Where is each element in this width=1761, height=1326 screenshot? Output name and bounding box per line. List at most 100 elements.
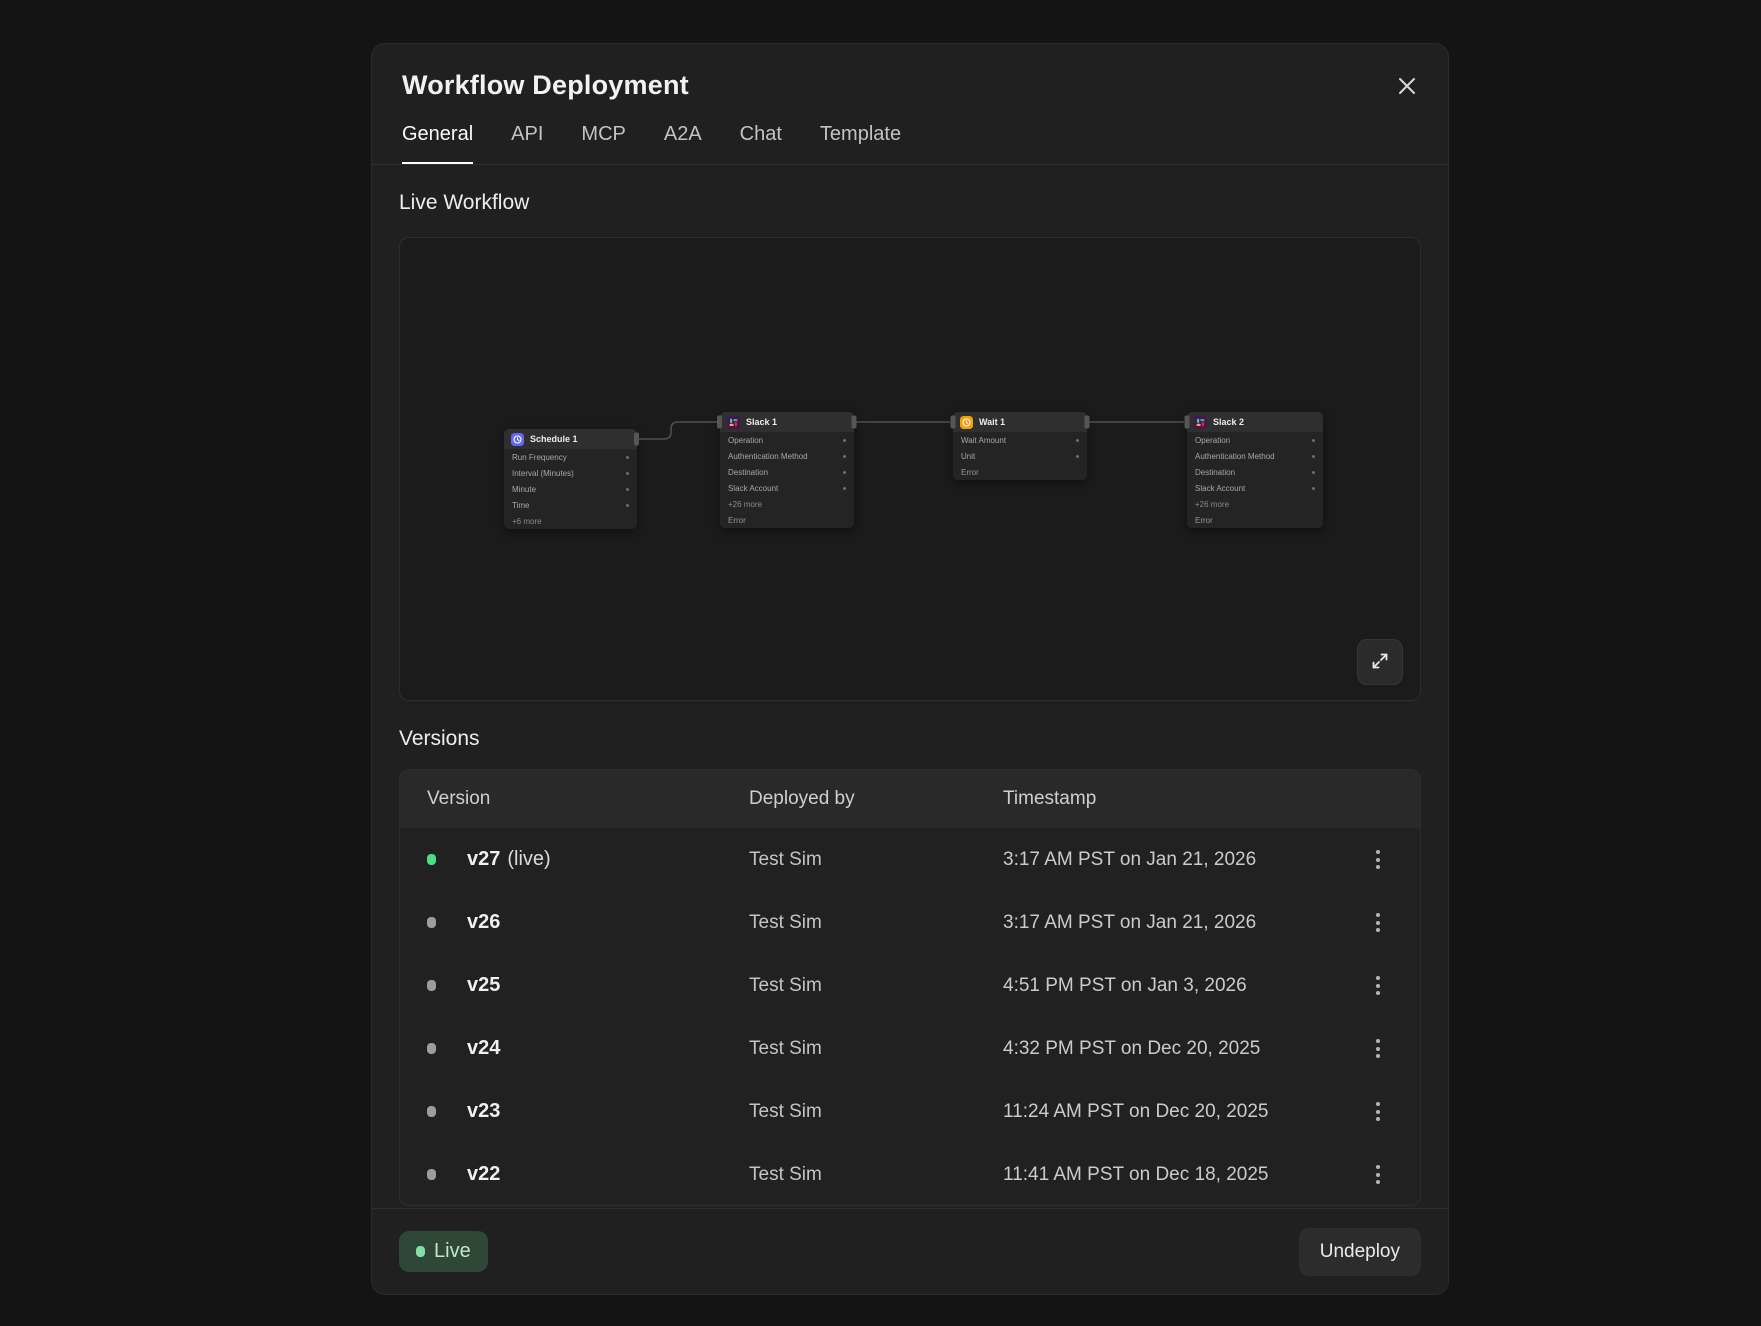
- deployed-by: Test Sim: [749, 975, 1003, 997]
- node-error-row: Error: [720, 512, 854, 528]
- kebab-menu-icon: [1376, 1102, 1380, 1106]
- version-status-dot: [427, 1106, 436, 1117]
- kebab-menu-icon: [1376, 913, 1380, 917]
- node-field-row: Slack Account: [720, 480, 854, 496]
- node-more-row: +26 more: [720, 496, 854, 512]
- tab-template[interactable]: Template: [820, 123, 901, 164]
- live-status-badge: Live: [399, 1231, 488, 1272]
- field-dot: [843, 439, 846, 442]
- field-dot: [1312, 471, 1315, 474]
- tab-chat[interactable]: Chat: [740, 123, 782, 164]
- workflow-deployment-modal: Workflow Deployment General API MCP A2A …: [371, 43, 1449, 1295]
- timestamp: 11:41 AM PST on Dec 18, 2025: [1003, 1164, 1349, 1186]
- modal-footer: Live Undeploy: [372, 1208, 1448, 1294]
- node-field-row: Interval (Minutes): [504, 465, 637, 481]
- version-label: v24: [467, 1037, 749, 1060]
- node-title: Wait 1: [979, 417, 1005, 427]
- row-menu-button[interactable]: [1363, 1158, 1393, 1192]
- field-dot: [1076, 455, 1079, 458]
- timestamp: 11:24 AM PST on Dec 20, 2025: [1003, 1101, 1349, 1123]
- modal-title: Workflow Deployment: [372, 44, 1448, 101]
- node-error-row: Error: [953, 464, 1087, 480]
- versions-heading: Versions: [399, 727, 1421, 751]
- expand-preview-button[interactable]: [1357, 639, 1403, 685]
- field-dot: [1312, 487, 1315, 490]
- workflow-node-schedule-1[interactable]: Schedule 1 Run Frequency Interval (Minut…: [504, 429, 637, 529]
- node-field-row: Slack Account: [1187, 480, 1323, 496]
- version-row-v27: v27(live) Test Sim 3:17 AM PST on Jan 21…: [400, 828, 1420, 891]
- slack-icon: [1194, 416, 1207, 429]
- field-dot: [1312, 439, 1315, 442]
- version-row-v22: v22 Test Sim 11:41 AM PST on Dec 18, 202…: [400, 1143, 1420, 1206]
- column-header-deployed-by: Deployed by: [749, 788, 1003, 810]
- tab-a2a[interactable]: A2A: [664, 123, 702, 164]
- node-title: Slack 1: [746, 417, 777, 427]
- node-header: Wait 1: [953, 412, 1087, 432]
- node-title: Slack 2: [1213, 417, 1244, 427]
- timestamp: 3:17 AM PST on Jan 21, 2026: [1003, 849, 1349, 871]
- node-field-row: Authentication Method: [720, 448, 854, 464]
- version-status-dot: [427, 1169, 436, 1180]
- row-menu-button[interactable]: [1363, 969, 1393, 1003]
- field-dot: [1076, 439, 1079, 442]
- version-status-dot: [427, 1043, 436, 1054]
- expand-icon: [1370, 651, 1390, 674]
- workflow-node-wait-1[interactable]: Wait 1 Wait Amount Unit Error: [953, 412, 1087, 480]
- tab-general[interactable]: General: [402, 123, 473, 164]
- close-icon: [1396, 75, 1418, 100]
- node-title: Schedule 1: [530, 434, 578, 444]
- tab-api[interactable]: API: [511, 123, 543, 164]
- schedule-icon: [511, 433, 524, 446]
- field-dot: [1312, 455, 1315, 458]
- version-status-dot: [427, 980, 436, 991]
- timestamp: 4:32 PM PST on Dec 20, 2025: [1003, 1038, 1349, 1060]
- field-dot: [626, 504, 629, 507]
- version-label: v27(live): [467, 848, 749, 871]
- deployed-by: Test Sim: [749, 849, 1003, 871]
- version-status-dot: [427, 917, 436, 928]
- row-menu-button[interactable]: [1363, 906, 1393, 940]
- workflow-node-slack-2[interactable]: Slack 2 Operation Authentication Method …: [1187, 412, 1323, 528]
- version-row-v23: v23 Test Sim 11:24 AM PST on Dec 20, 202…: [400, 1080, 1420, 1143]
- field-dot: [843, 455, 846, 458]
- version-row-v24: v24 Test Sim 4:32 PM PST on Dec 20, 2025: [400, 1017, 1420, 1080]
- version-row-v26: v26 Test Sim 3:17 AM PST on Jan 21, 2026: [400, 891, 1420, 954]
- field-dot: [843, 487, 846, 490]
- version-label: v23: [467, 1100, 749, 1123]
- version-label: v22: [467, 1163, 749, 1186]
- close-button[interactable]: [1392, 72, 1422, 102]
- slack-icon: [727, 416, 740, 429]
- node-header: Schedule 1: [504, 429, 637, 449]
- column-header-version: Version: [427, 788, 749, 810]
- node-more-row: +6 more: [504, 513, 637, 529]
- live-workflow-heading: Live Workflow: [399, 191, 1421, 215]
- node-error-row: Error: [1187, 512, 1323, 528]
- row-menu-button[interactable]: [1363, 1095, 1393, 1129]
- column-header-timestamp: Timestamp: [1003, 788, 1349, 810]
- kebab-menu-icon: [1376, 976, 1380, 980]
- workflow-preview-canvas: Schedule 1 Run Frequency Interval (Minut…: [399, 237, 1421, 701]
- node-field-row: Operation: [1187, 432, 1323, 448]
- field-dot: [626, 488, 629, 491]
- live-badge-label: Live: [434, 1240, 471, 1263]
- live-dot-icon: [416, 1246, 425, 1257]
- node-field-row: Unit: [953, 448, 1087, 464]
- node-field-row: Minute: [504, 481, 637, 497]
- workflow-node-slack-1[interactable]: Slack 1 Operation Authentication Method …: [720, 412, 854, 528]
- deployed-by: Test Sim: [749, 1101, 1003, 1123]
- node-field-row: Authentication Method: [1187, 448, 1323, 464]
- live-suffix: (live): [507, 848, 550, 870]
- node-field-row: Wait Amount: [953, 432, 1087, 448]
- row-menu-button[interactable]: [1363, 1032, 1393, 1066]
- node-more-row: +26 more: [1187, 496, 1323, 512]
- version-label: v26: [467, 911, 749, 934]
- timestamp: 4:51 PM PST on Jan 3, 2026: [1003, 975, 1349, 997]
- tab-mcp[interactable]: MCP: [581, 123, 625, 164]
- node-field-row: Destination: [720, 464, 854, 480]
- wait-icon: [960, 416, 973, 429]
- kebab-menu-icon: [1376, 1165, 1380, 1169]
- undeploy-button[interactable]: Undeploy: [1299, 1228, 1421, 1276]
- row-menu-button[interactable]: [1363, 843, 1393, 877]
- field-dot: [626, 472, 629, 475]
- field-dot: [626, 456, 629, 459]
